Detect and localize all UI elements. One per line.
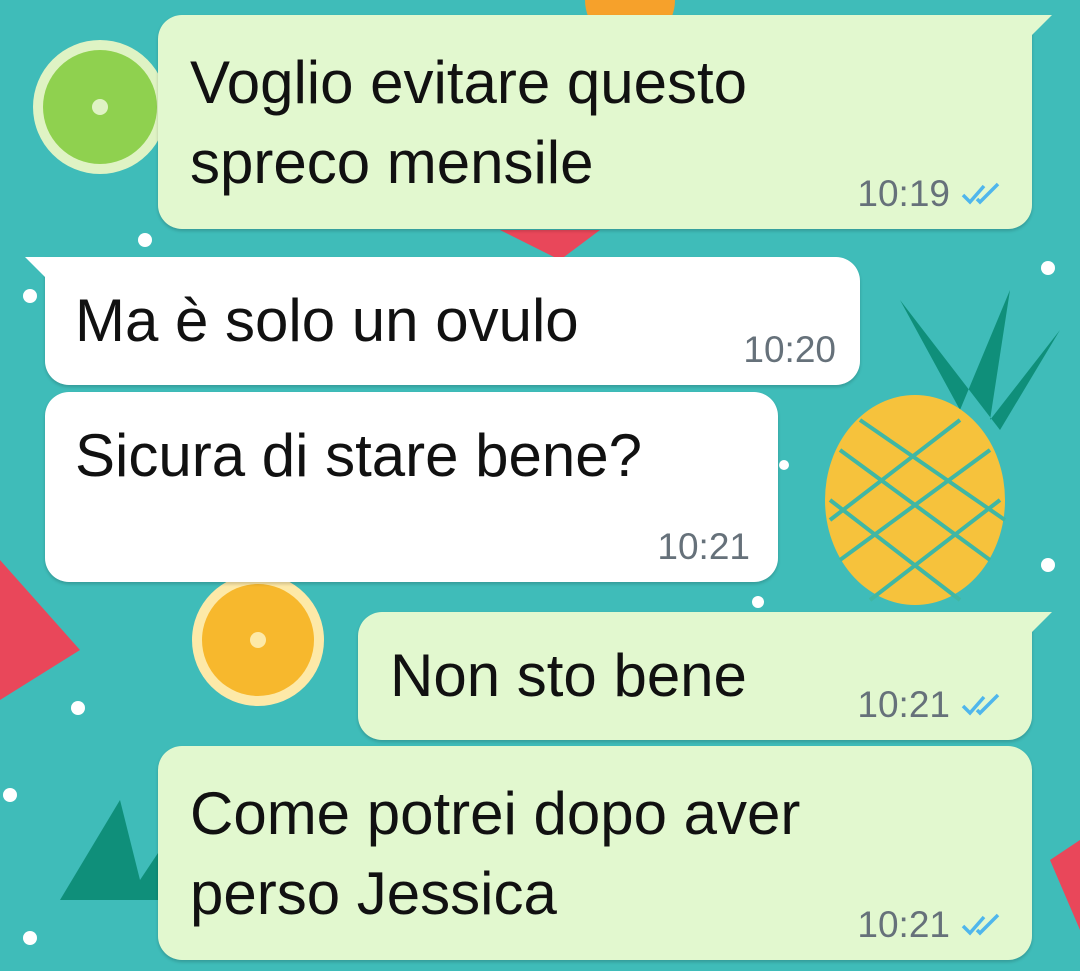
- message-timestamp: 10:19: [857, 173, 950, 214]
- incoming-message-bubble[interactable]: Ma è solo un ovulo 10:20: [25, 257, 860, 385]
- message-timestamp: 10:21: [657, 526, 750, 567]
- double-check-icon: [961, 913, 1000, 936]
- message-meta: 10:21: [857, 904, 1004, 946]
- lime-slice-decoration: [33, 40, 167, 174]
- message-meta: 10:20: [743, 329, 836, 371]
- message-meta: 10:21: [857, 684, 1004, 726]
- double-check-icon: [961, 182, 1000, 205]
- outgoing-message-bubble[interactable]: Non sto bene 10:21: [358, 612, 1052, 740]
- outgoing-message-bubble[interactable]: Voglio evitare questo spreco mensile 10:…: [158, 15, 1052, 229]
- message-timestamp: 10:21: [857, 904, 950, 945]
- message-text: Come potrei dopo aver perso Jessica: [190, 780, 801, 927]
- message-text: Voglio evitare questo spreco mensile: [190, 49, 748, 196]
- lemon-slice-decoration: [192, 574, 324, 706]
- incoming-message-bubble[interactable]: Sicura di stare bene? 10:21: [45, 392, 778, 582]
- message-timestamp: 10:20: [743, 329, 836, 370]
- message-text: Sicura di stare bene?: [75, 422, 643, 489]
- double-check-icon: [961, 693, 1000, 716]
- message-meta: 10:21: [657, 526, 750, 568]
- message-text: Ma è solo un ovulo: [75, 287, 579, 354]
- message-timestamp: 10:21: [857, 684, 950, 725]
- message-meta: 10:19: [857, 173, 1004, 215]
- outgoing-message-bubble[interactable]: Come potrei dopo aver perso Jessica 10:2…: [158, 746, 1032, 960]
- message-text: Non sto bene: [390, 642, 747, 709]
